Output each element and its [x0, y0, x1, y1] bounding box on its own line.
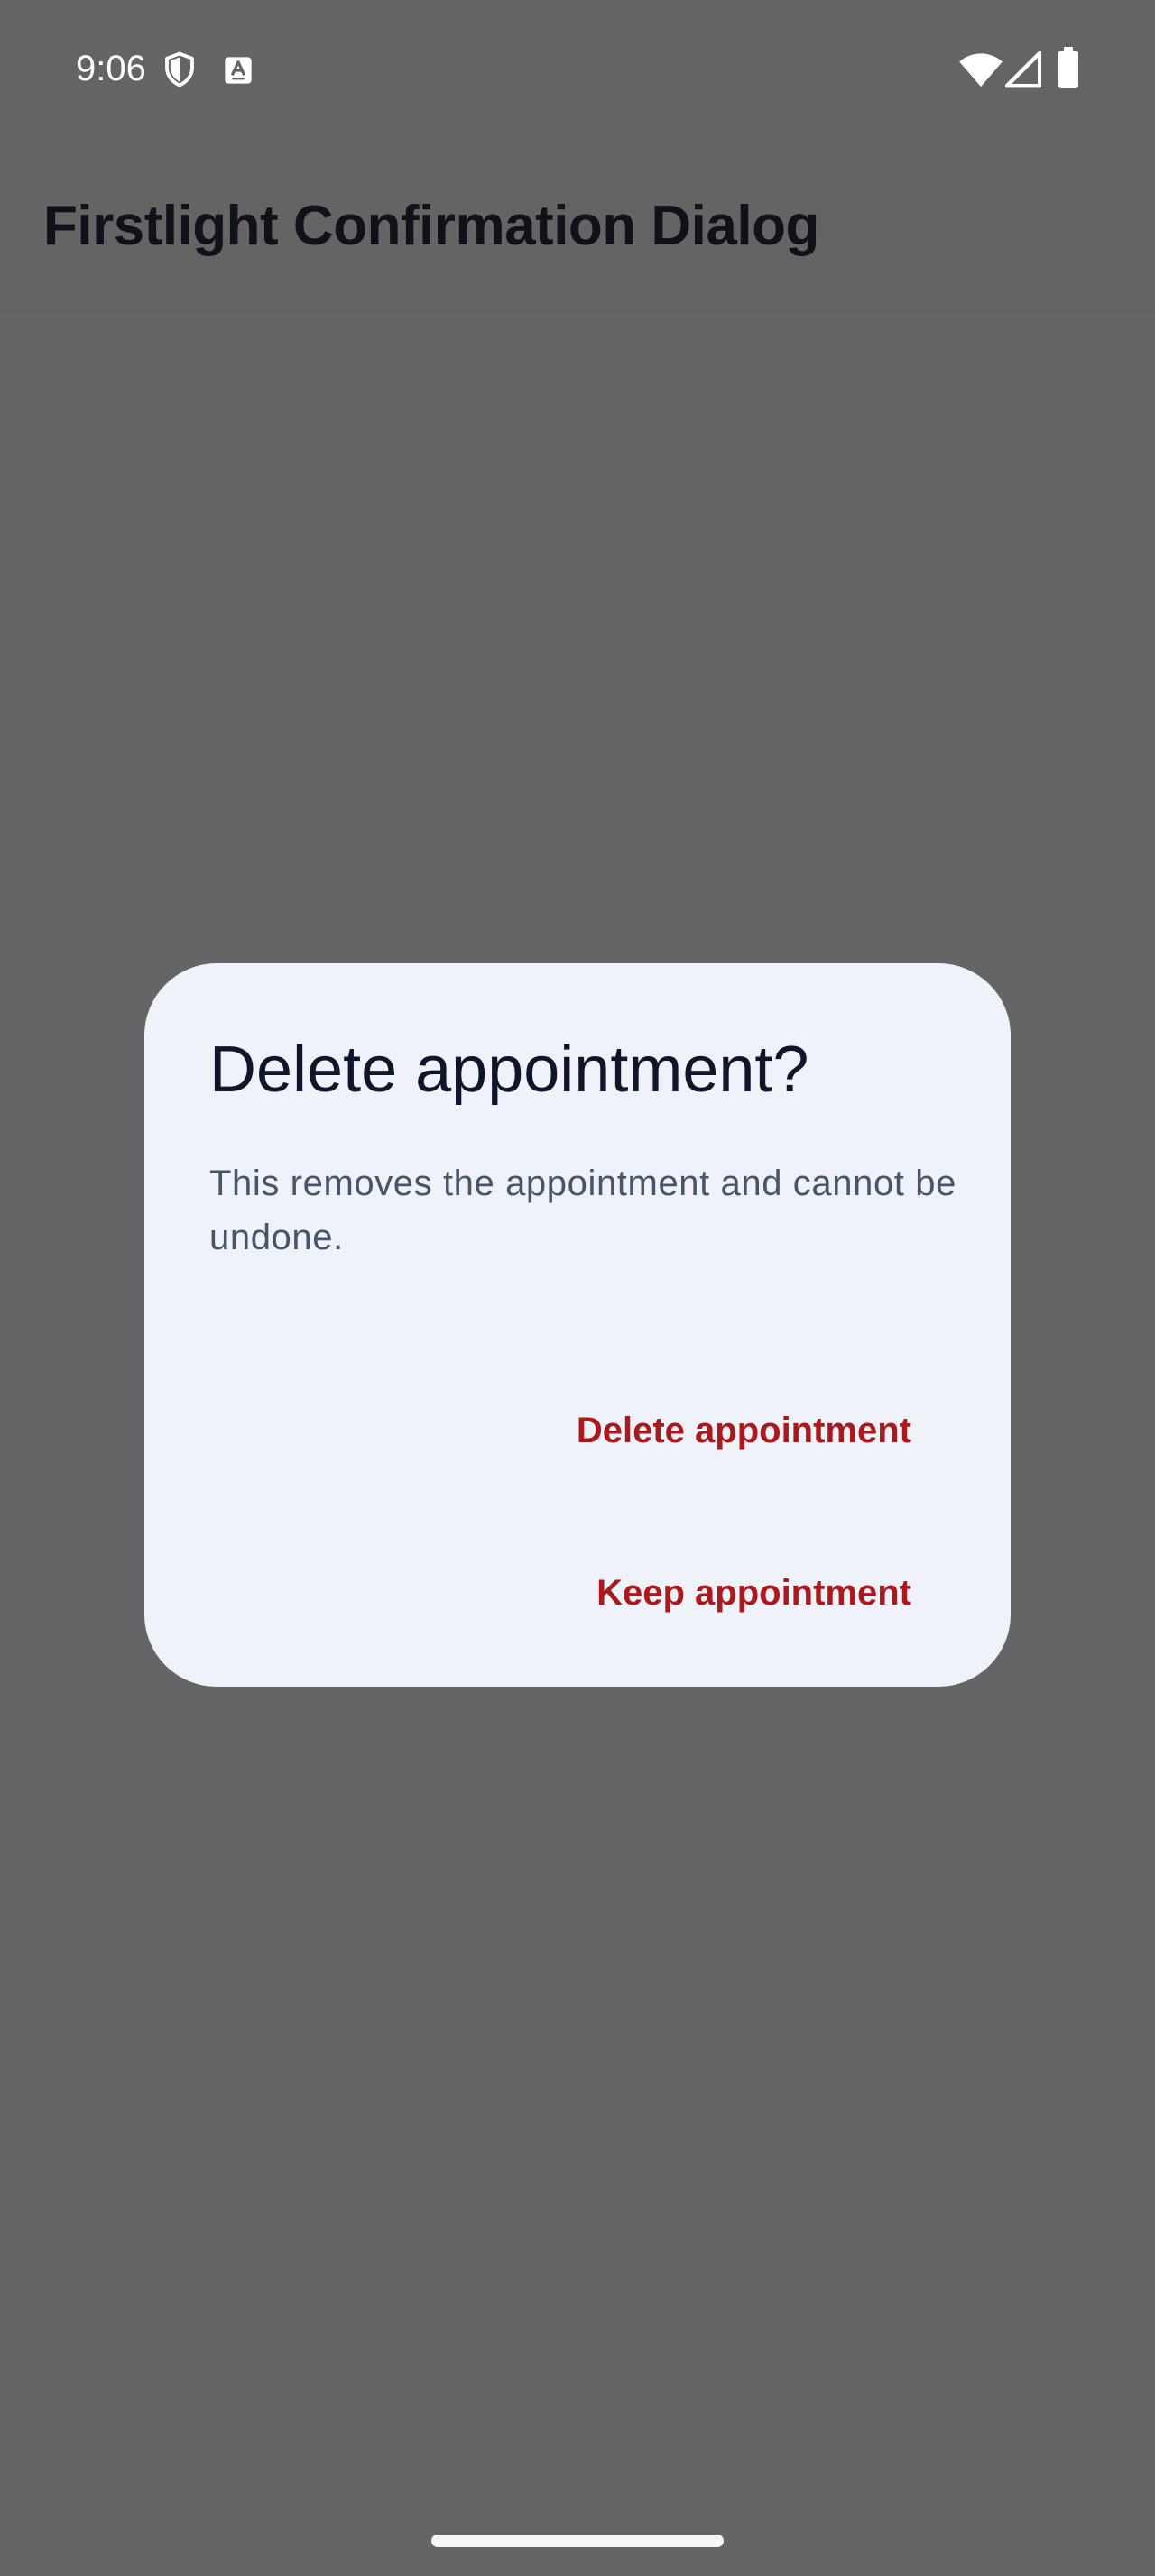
delete-appointment-button[interactable]: Delete appointment: [577, 1394, 911, 1467]
keep-appointment-button[interactable]: Keep appointment: [596, 1557, 911, 1629]
app-bar: Firstlight Confirmation Dialog: [0, 140, 1155, 314]
gesture-nav-handle[interactable]: [431, 2535, 724, 2547]
cell-signal-icon: [1005, 51, 1041, 88]
keyboard-a-icon: [225, 57, 252, 84]
shield-icon: [165, 51, 194, 87]
dialog-message: This removes the appointment and cannot …: [209, 1164, 956, 1257]
wifi-icon: [959, 53, 1003, 87]
status-time: 9:06: [76, 49, 146, 88]
confirmation-dialog: Delete appointment? This removes the app…: [144, 963, 1011, 1687]
app-title: Firstlight Confirmation Dialog: [43, 195, 819, 257]
dialog-title: Delete appointment?: [209, 1034, 809, 1106]
status-bar: 9:06: [0, 0, 1155, 140]
battery-icon: [1058, 47, 1078, 88]
